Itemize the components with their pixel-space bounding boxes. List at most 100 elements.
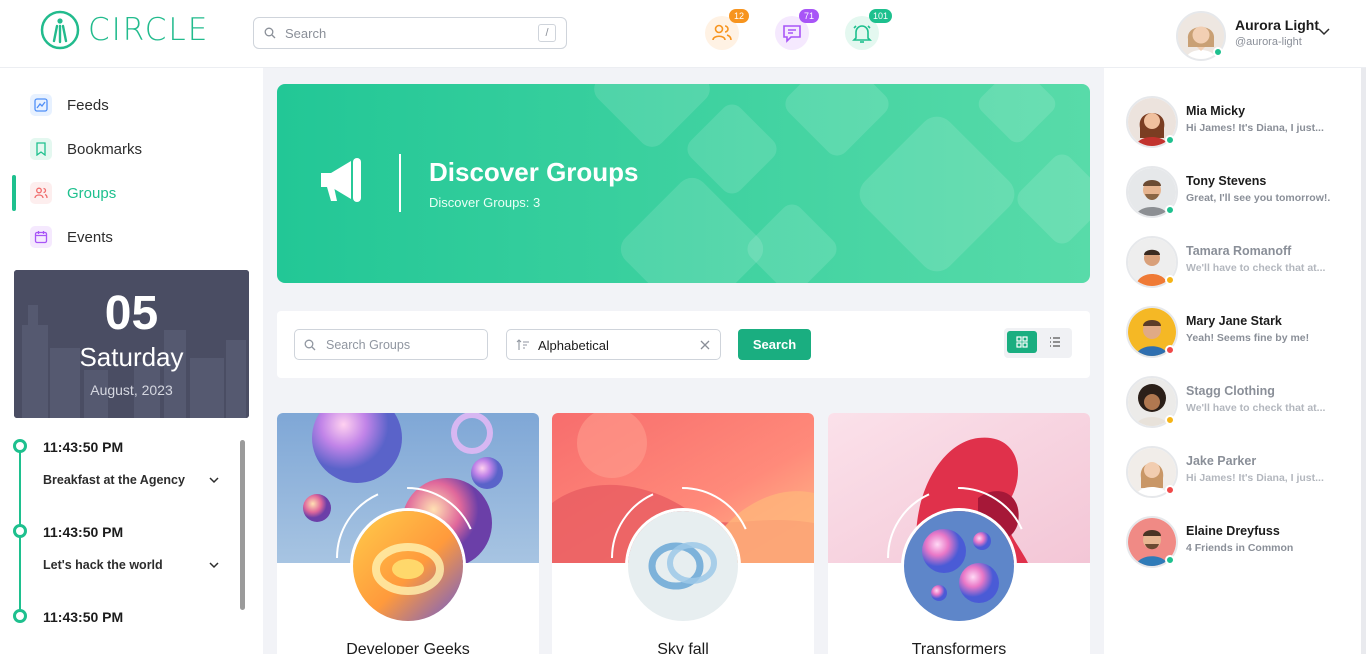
timeline-event-title: Breakfast at the Agency	[43, 473, 185, 487]
nav-item-feeds[interactable]: Feeds	[14, 85, 254, 125]
contact-item[interactable]: Tamara Romanoff We'll have to check that…	[1126, 236, 1356, 292]
grid-view-button[interactable]	[1007, 331, 1037, 353]
status-dot-online	[1165, 555, 1175, 565]
sort-value: Alphabetical	[538, 338, 609, 353]
contact-item[interactable]: Stagg Clothing We'll have to check that …	[1126, 376, 1356, 432]
clear-icon[interactable]	[699, 339, 711, 351]
timeline-event-toggle[interactable]: Breakfast at the Agency	[43, 473, 223, 487]
nav-item-bookmarks[interactable]: Bookmarks	[14, 129, 254, 169]
status-dot-busy	[1165, 485, 1175, 495]
contact-item[interactable]: Elaine Dreyfuss 4 Friends in Common	[1126, 516, 1356, 572]
contact-item[interactable]: Mia Micky Hi James! It's Diana, I just..…	[1126, 96, 1356, 152]
sort-icon	[516, 339, 529, 350]
chevron-down-icon	[209, 562, 219, 569]
contact-name: Mia Micky	[1186, 104, 1246, 118]
nav-label: Groups	[67, 184, 117, 202]
contact-message: Great, I'll see you tomorrow!.	[1186, 192, 1331, 204]
friends-icon	[712, 24, 732, 41]
nav-item-groups[interactable]: Groups	[14, 173, 254, 213]
grid-icon	[1016, 336, 1028, 348]
contact-message: Hi James! It's Diana, I just...	[1186, 472, 1324, 484]
group-card[interactable]: Sky fall	[552, 413, 814, 654]
contact-item[interactable]: Tony Stevens Great, I'll see you tomorro…	[1126, 166, 1356, 222]
contacts-sidebar: Mia Micky Hi James! It's Diana, I just..…	[1104, 68, 1366, 654]
discover-groups-banner: Discover Groups Discover Groups: 3	[277, 84, 1090, 283]
notifications-badge: 101	[869, 9, 893, 23]
list-view-button[interactable]	[1040, 331, 1070, 353]
left-sidebar: Feeds Bookmarks Groups Events 05 Saturda…	[0, 68, 263, 654]
group-avatar	[350, 508, 466, 624]
groups-icon	[30, 182, 52, 204]
user-status-dot	[1213, 47, 1223, 57]
timeline-dot	[13, 439, 27, 453]
nav-label: Events	[67, 228, 113, 246]
contact-message: We'll have to check that at...	[1186, 262, 1326, 274]
notifications-button[interactable]: 101	[845, 9, 893, 50]
search-icon	[304, 339, 316, 350]
timeline-dot	[13, 609, 27, 623]
list-icon	[1050, 337, 1060, 347]
group-name: Transformers	[911, 641, 1007, 654]
status-dot-online	[1165, 205, 1175, 215]
sort-select[interactable]: Alphabetical	[506, 329, 721, 360]
brand-logo[interactable]: CIRCLE	[40, 10, 209, 50]
date-widget: 05 Saturday August, 2023	[14, 270, 249, 418]
logo-icon	[40, 10, 80, 50]
friends-button[interactable]: 12	[705, 9, 749, 50]
contact-name: Mary Jane Stark	[1186, 314, 1282, 328]
search-icon	[264, 27, 276, 39]
date-month-year: August, 2023	[90, 382, 173, 398]
banner-subtitle: Discover Groups: 3	[429, 195, 541, 210]
global-search[interactable]: /	[253, 17, 567, 49]
group-name: Developer Geeks	[346, 641, 470, 654]
search-button[interactable]: Search	[738, 329, 811, 360]
date-day: 05	[104, 287, 159, 340]
nav-label: Feeds	[67, 96, 109, 114]
nav-label: Bookmarks	[67, 140, 143, 158]
top-header: CIRCLE / 12 71 101 Aurora Light @aurora-…	[0, 0, 1366, 68]
banner-title: Discover Groups	[429, 157, 639, 187]
contact-name: Tony Stevens	[1186, 174, 1267, 188]
timeline-event-toggle[interactable]: Let's hack the world	[43, 558, 223, 572]
group-card[interactable]: Developer Geeks	[277, 413, 539, 654]
messages-button[interactable]: 71	[775, 9, 819, 50]
messages-badge: 71	[799, 9, 819, 23]
group-avatar	[901, 508, 1017, 624]
contact-message: Yeah! Seems fine by me!	[1186, 332, 1310, 344]
user-name: Aurora Light	[1235, 17, 1319, 33]
timeline-event-title: Let's hack the world	[43, 558, 163, 572]
contact-message: We'll have to check that at...	[1186, 402, 1326, 414]
feeds-icon	[30, 94, 52, 116]
contact-message: Hi James! It's Diana, I just...	[1186, 122, 1324, 134]
contact-item[interactable]: Jake Parker Hi James! It's Diana, I just…	[1126, 446, 1356, 502]
bookmark-icon	[30, 138, 52, 160]
banner-divider	[399, 154, 401, 212]
timeline-dot	[13, 524, 27, 538]
date-weekday: Saturday	[79, 342, 184, 372]
contact-item[interactable]: Mary Jane Stark Yeah! Seems fine by me!	[1126, 306, 1356, 362]
status-dot-away	[1165, 415, 1175, 425]
search-input[interactable]	[285, 25, 515, 41]
timeline-time: 11:43:50 PM	[43, 609, 124, 625]
chevron-down-icon	[1318, 28, 1330, 36]
group-search-input[interactable]	[326, 337, 476, 352]
contact-name: Jake Parker	[1186, 454, 1257, 468]
contact-message: 4 Friends in Common	[1186, 542, 1294, 554]
group-filter-bar: Alphabetical Search	[277, 311, 1090, 378]
user-handle: @aurora-light	[1235, 36, 1302, 48]
status-dot-away	[1165, 275, 1175, 285]
group-avatar	[625, 508, 741, 624]
page-scrollbar[interactable]	[1361, 68, 1366, 654]
megaphone-icon	[321, 158, 361, 202]
group-card[interactable]: Transformers	[828, 413, 1090, 654]
contact-name: Elaine Dreyfuss	[1186, 524, 1280, 538]
user-profile-menu[interactable]: Aurora Light @aurora-light	[1176, 11, 1356, 61]
messages-icon	[783, 25, 801, 43]
timeline-time: 11:43:50 PM	[43, 524, 124, 540]
group-search-box[interactable]	[294, 329, 488, 360]
view-toggle	[1004, 328, 1072, 358]
bell-icon	[852, 25, 872, 43]
calendar-icon	[30, 226, 52, 248]
sidebar-scrollbar[interactable]	[240, 440, 245, 610]
nav-item-events[interactable]: Events	[14, 217, 254, 257]
